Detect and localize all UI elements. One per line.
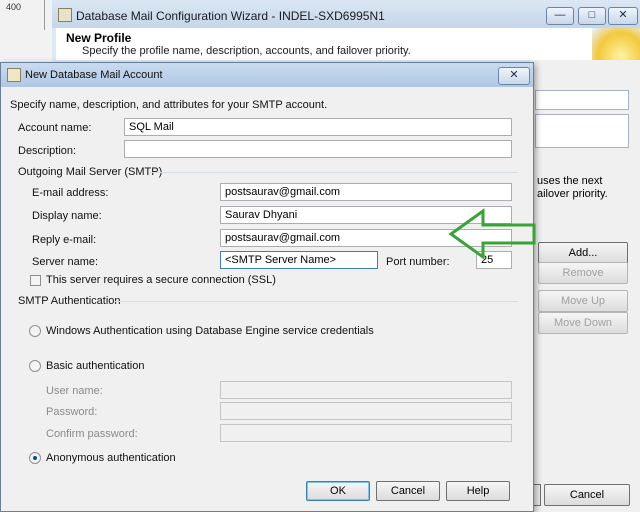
dialog-title: New Database Mail Account bbox=[25, 69, 163, 81]
wizard-subheading: Specify the profile name, description, a… bbox=[82, 45, 411, 57]
smtp-group-divider bbox=[150, 172, 518, 173]
windows-auth-radio[interactable] bbox=[29, 325, 41, 337]
account-name-input[interactable] bbox=[124, 118, 512, 136]
auth-group-divider bbox=[114, 301, 518, 302]
remove-account-button[interactable]: Remove bbox=[538, 262, 628, 284]
wizard-maximize-button[interactable]: □ bbox=[578, 7, 606, 25]
cancel-button[interactable]: Cancel bbox=[376, 481, 440, 501]
help-button[interactable]: Help bbox=[446, 481, 510, 501]
dialog-close-button[interactable]: ✕ bbox=[498, 67, 530, 85]
ok-button[interactable]: OK bbox=[306, 481, 370, 501]
ssl-checkbox[interactable] bbox=[30, 275, 41, 286]
wizard-close-button[interactable]: ✕ bbox=[608, 7, 638, 25]
wizard-heading: New Profile bbox=[66, 31, 132, 45]
dialog-intro: Specify name, description, and attribute… bbox=[10, 99, 328, 111]
account-name-label: Account name: bbox=[18, 122, 92, 134]
description-input[interactable] bbox=[124, 140, 512, 158]
profile-description-field[interactable] bbox=[535, 114, 629, 148]
smtp-group-label: Outgoing Mail Server (SMTP) bbox=[18, 166, 163, 178]
add-account-button[interactable]: Add... bbox=[538, 242, 628, 264]
basic-auth-label: Basic authentication bbox=[46, 360, 145, 372]
user-name-input[interactable] bbox=[220, 381, 512, 399]
reply-email-label: Reply e-mail: bbox=[32, 234, 97, 246]
basic-auth-radio[interactable] bbox=[29, 360, 41, 372]
wizard-cancel-button[interactable]: Cancel bbox=[544, 484, 630, 506]
server-name-input[interactable] bbox=[220, 251, 378, 269]
confirm-password-input[interactable] bbox=[220, 424, 512, 442]
ruler-tick bbox=[44, 0, 45, 30]
wizard-minimize-button[interactable]: — bbox=[546, 7, 574, 25]
move-up-button[interactable]: Move Up bbox=[538, 290, 628, 312]
email-input[interactable] bbox=[220, 183, 512, 201]
server-name-label: Server name: bbox=[32, 256, 99, 268]
wizard-title: Database Mail Configuration Wizard - IND… bbox=[76, 9, 385, 23]
anonymous-auth-radio[interactable] bbox=[29, 452, 41, 464]
email-label: E-mail address: bbox=[32, 187, 109, 199]
description-label: Description: bbox=[18, 145, 77, 157]
wizard-app-icon bbox=[58, 8, 72, 22]
anonymous-auth-label: Anonymous authentication bbox=[46, 452, 176, 464]
profile-name-field[interactable] bbox=[535, 90, 629, 110]
auth-group-label: SMTP Authentication bbox=[18, 295, 121, 307]
move-down-button[interactable]: Move Down bbox=[538, 312, 628, 334]
green-arrow-icon bbox=[448, 208, 536, 260]
ruler-label: 400 bbox=[6, 2, 22, 12]
port-number-label: Port number: bbox=[386, 256, 450, 268]
display-name-label: Display name: bbox=[32, 210, 102, 222]
windows-auth-label: Windows Authentication using Database En… bbox=[46, 325, 374, 337]
password-input[interactable] bbox=[220, 402, 512, 420]
confirm-password-label: Confirm password: bbox=[46, 428, 138, 440]
wizard-failover-text: uses the next ailover priority. bbox=[537, 175, 608, 200]
user-name-label: User name: bbox=[46, 385, 103, 397]
dialog-app-icon bbox=[7, 68, 21, 82]
password-label: Password: bbox=[46, 406, 98, 418]
ssl-label: This server requires a secure connection… bbox=[46, 274, 276, 286]
